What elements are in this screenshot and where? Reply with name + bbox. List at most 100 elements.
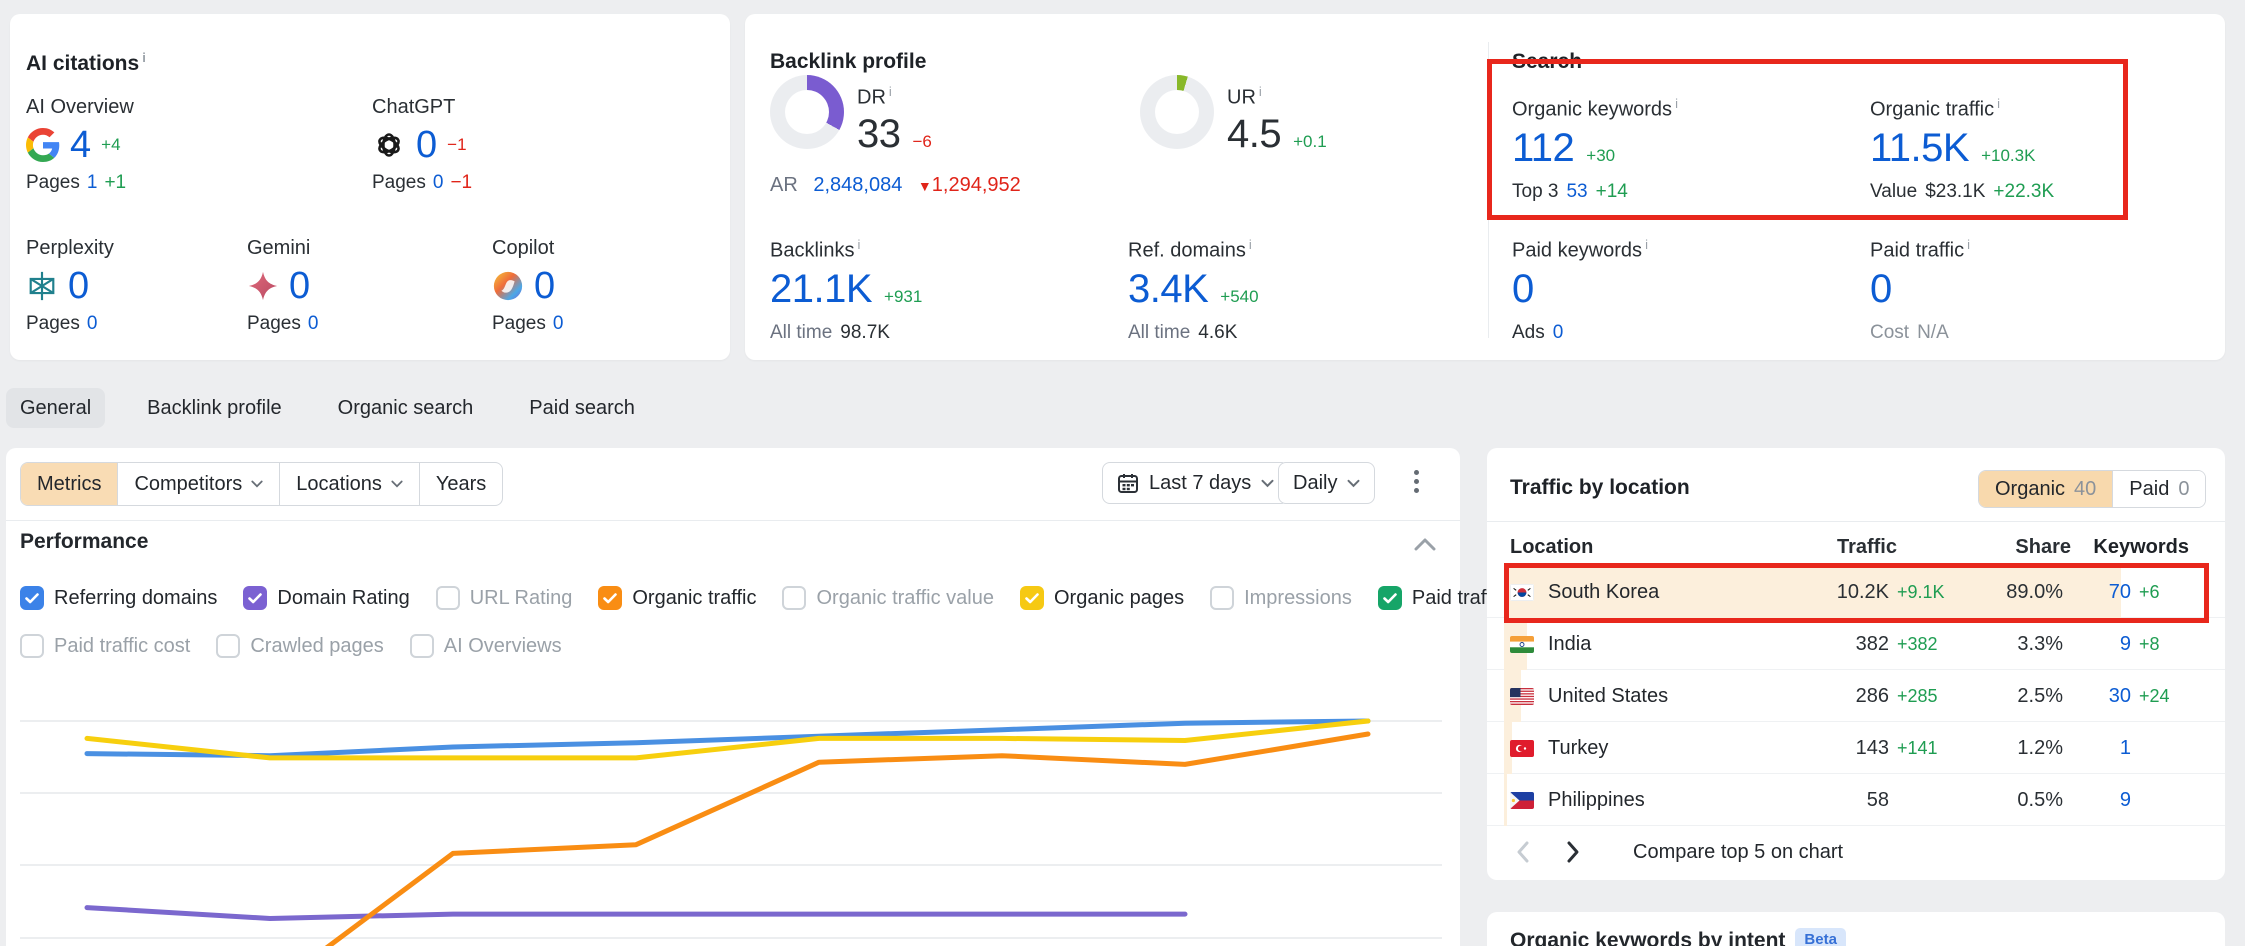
ai-tile-perplexity: Perplexity0Pages0 [26, 237, 246, 260]
dr-metric: DRi 33 −6 [857, 84, 932, 157]
performance-panel: MetricsCompetitorsLocationsYears Last 7 … [6, 448, 1460, 946]
compare-top5-link[interactable]: Compare top 5 on chart [1633, 841, 1843, 864]
share-value: 0.5% [1963, 789, 2063, 812]
granularity-button[interactable]: Daily [1278, 462, 1375, 504]
checkbox-referring-domains[interactable]: Referring domains [20, 586, 217, 610]
location-row-ph[interactable]: Philippines580.5%9 [1487, 774, 2225, 826]
checkbox-organic-pages[interactable]: Organic pages [1020, 586, 1184, 610]
backlink-search-card: Backlink profile DRi 33 −6 AR 2,848,084 … [745, 14, 2225, 360]
openai-icon [372, 128, 406, 162]
keywords-value: 70 [2063, 581, 2131, 604]
ai-tile-value[interactable]: 0 [289, 265, 310, 308]
share-value: 3.3% [1963, 633, 2063, 656]
ai-tile-copilot: Copilot0Pages0 [492, 237, 712, 260]
google-g-icon [26, 128, 60, 162]
keywords-value: 9 [2063, 789, 2131, 812]
performance-chart[interactable] [6, 660, 1460, 946]
tab-backlink-profile[interactable]: Backlink profile [133, 388, 296, 428]
traffic-value: 143 [1789, 737, 1889, 760]
checkbox-domain-rating[interactable]: Domain Rating [243, 586, 409, 610]
copilot-icon [492, 270, 524, 302]
traffic-delta: +382 [1889, 634, 1963, 655]
ai-tile-label: AI Overview [26, 96, 246, 119]
ai-tile-gemini: Gemini0Pages0 [247, 237, 467, 260]
ai-tile-value[interactable]: 4 [70, 124, 91, 167]
ur-metric: URi 4.5 +0.1 [1227, 84, 1327, 157]
ai-tile-label: Gemini [247, 237, 467, 260]
organic_traffic-value[interactable]: 11.5K [1870, 126, 1969, 171]
tab-general[interactable]: General [6, 388, 105, 428]
chevron-down-icon [1347, 479, 1360, 488]
overview-tabs: General Backlink profile Organic search Pai… [6, 388, 649, 428]
share-value: 89.0% [1963, 581, 2063, 604]
backlinks-value[interactable]: 21.1K [770, 267, 872, 312]
traffic-value: 286 [1789, 685, 1889, 708]
rank-drop-arrow-icon: ▼ [918, 178, 932, 194]
traffic-by-location-title: Traffic by location [1510, 476, 1690, 500]
organic-intent-panel: Organic keywords by intentBeta [1487, 912, 2225, 946]
share-bar [1504, 774, 1507, 826]
checkbox-organic-traffic-value[interactable]: Organic traffic value [782, 586, 994, 610]
traffic-delta: +285 [1889, 686, 1963, 707]
checkbox-paid-traffic-cost[interactable]: Paid traffic cost [20, 634, 190, 658]
site-explorer-overview-page: AI citationsi AI Overview4+4Pages1+1Chat… [0, 0, 2245, 946]
filter-competitors[interactable]: Competitors [117, 463, 279, 505]
more-options-icon[interactable] [1414, 470, 1419, 493]
performance-title: Performance [20, 530, 148, 554]
metric-checkbox-row-1: Referring domains Domain Rating URL Rating… [20, 580, 1506, 616]
location-row-kr[interactable]: South Korea10.2K+9.1K89.0%70+6 [1487, 566, 2225, 618]
flag-us-icon [1510, 688, 1534, 705]
ahrefs-rank-drop: 1,294,952 [932, 174, 1021, 196]
info-icon[interactable]: i [142, 50, 146, 65]
organic_keywords-value[interactable]: 112 [1512, 126, 1574, 171]
checked-box-icon [20, 586, 44, 610]
metric-checkbox-row-2: Paid traffic cost Crawled pages AI Overvie… [20, 628, 562, 664]
filter-metrics[interactable]: Metrics [21, 463, 117, 505]
checkbox-url-rating[interactable]: URL Rating [436, 586, 573, 610]
flag-tr-icon [1510, 740, 1534, 757]
ai-tile-value[interactable]: 0 [68, 265, 89, 308]
paid_traffic-value[interactable]: 0 [1870, 267, 1892, 312]
checkbox-organic-traffic[interactable]: Organic traffic [598, 586, 756, 610]
keywords-delta: +24 [2131, 686, 2189, 707]
calendar-icon [1117, 472, 1139, 494]
organic-paid-toggle: Organic 40 Paid 0 [1978, 470, 2206, 508]
domain-rating-donut [770, 75, 844, 149]
keywords-value: 1 [2063, 737, 2131, 760]
unchecked-box-icon [1210, 586, 1234, 610]
share-value: 1.2% [1963, 737, 2063, 760]
tab-paid-search[interactable]: Paid search [515, 388, 649, 428]
location-row-tr[interactable]: Turkey143+1411.2%1 [1487, 722, 2225, 774]
prev-page-icon[interactable] [1515, 840, 1530, 864]
organic-intent-title: Organic keywords by intentBeta [1510, 928, 1846, 946]
filter-locations[interactable]: Locations [279, 463, 419, 505]
ai-tile-value[interactable]: 0 [416, 124, 437, 167]
ai-tile-value[interactable]: 0 [534, 265, 555, 308]
unchecked-box-icon [216, 634, 240, 658]
paid_keywords-value[interactable]: 0 [1512, 267, 1534, 312]
ref-domains-value[interactable]: 3.4K [1128, 267, 1208, 312]
checkbox-impressions[interactable]: Impressions [1210, 586, 1352, 610]
dr-value: 33 [857, 112, 901, 157]
backlink-profile-title: Backlink profile [770, 50, 926, 74]
ahrefs-rank-value[interactable]: 2,848,084 [813, 174, 902, 196]
collapse-chevron-up-icon[interactable] [1414, 538, 1436, 551]
checkbox-ai-overviews[interactable]: AI Overviews [410, 634, 562, 658]
toggle-paid[interactable]: Paid 0 [2112, 471, 2205, 507]
next-page-icon[interactable] [1566, 840, 1581, 864]
filter-years[interactable]: Years [419, 463, 502, 505]
checked-box-icon [1020, 586, 1044, 610]
ai-tile-pages: Pages1+1 [26, 172, 126, 194]
date-range-button[interactable]: Last 7 days [1102, 462, 1289, 504]
tab-organic-search[interactable]: Organic search [324, 388, 488, 428]
ref-domains-metric: Ref. domainsi 3.4K +540 All time4.6K [1128, 237, 1259, 344]
keywords-delta: +6 [2131, 582, 2189, 603]
checkbox-crawled-pages[interactable]: Crawled pages [216, 634, 383, 658]
location-row-in[interactable]: India382+3823.3%9+8 [1487, 618, 2225, 670]
paid-traffic-metric: Paid traffici0CostN/A [1870, 237, 1970, 344]
location-row-us[interactable]: United States286+2852.5%30+24 [1487, 670, 2225, 722]
traffic-by-location-panel: Traffic by location Organic 40 Paid 0 Lo… [1487, 448, 2225, 880]
col-traffic: Traffic [1797, 536, 1897, 559]
col-share: Share [1971, 536, 2071, 559]
toggle-organic[interactable]: Organic 40 [1979, 471, 2112, 507]
